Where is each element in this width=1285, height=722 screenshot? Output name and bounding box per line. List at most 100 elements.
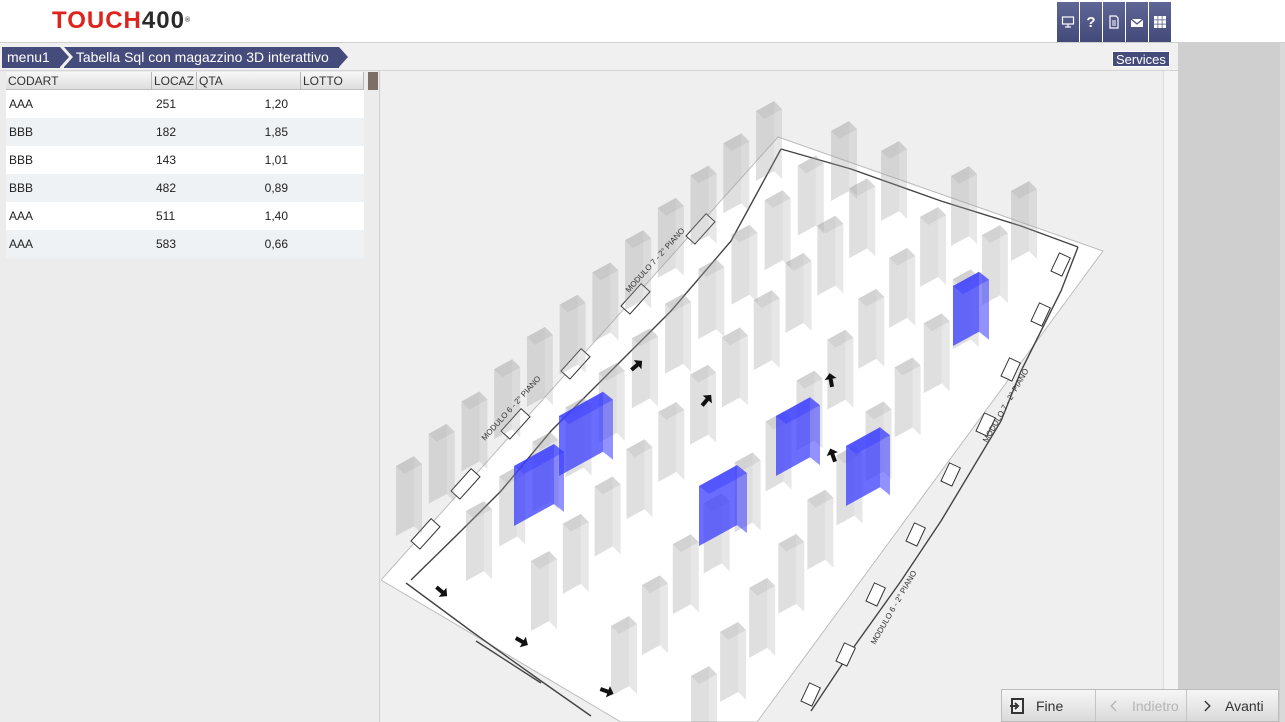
- grid-header: CODART LOCAZ QTA LOTTO: [6, 72, 364, 90]
- rack-column: [756, 101, 782, 181]
- rack-column: [817, 215, 844, 296]
- rack-column: [858, 288, 885, 369]
- floor-plan-door: [905, 522, 926, 547]
- cell-qta: 0,89: [264, 181, 288, 195]
- cell-lotto: [301, 118, 364, 146]
- rack-column: [881, 141, 907, 221]
- rack-column: [592, 262, 619, 343]
- window-right-edge: [1280, 43, 1285, 722]
- rack-column: [428, 423, 455, 504]
- module-label-4: MODULO 6 - 2° PIANO: [869, 569, 919, 646]
- cell-codart: AAA: [9, 209, 34, 223]
- next-button[interactable]: Avanti: [1187, 690, 1278, 721]
- cell-lotto: [301, 230, 364, 258]
- cell-locaz: 251: [156, 97, 177, 111]
- cell-qta: 1,01: [264, 153, 288, 167]
- document-icon[interactable]: [1103, 2, 1125, 42]
- floor-plan-door: [835, 642, 856, 667]
- rack-column: [797, 155, 824, 236]
- monitor-icon[interactable]: [1057, 2, 1079, 42]
- rack-column: [749, 577, 776, 658]
- rack-column: [672, 534, 699, 615]
- rack-column: [526, 327, 553, 407]
- table-row[interactable]: AAA 251 1,20: [6, 90, 364, 118]
- fine-label: Fine: [1036, 697, 1064, 714]
- cell-lotto: [301, 174, 364, 202]
- table-row[interactable]: BBB 182 1,85: [6, 118, 364, 146]
- breadcrumb-item-current[interactable]: Tabella Sql con magazzino 3D interattivo: [63, 47, 348, 68]
- help-icon[interactable]: ?: [1080, 2, 1102, 42]
- cell-lotto: [301, 146, 364, 174]
- cell-lotto: [301, 90, 364, 118]
- rack-column: [723, 133, 750, 214]
- warehouse-3d-viewport[interactable]: MODULO 6 - 2° PIANO MODULO 7 - 2° PIANO …: [381, 71, 1163, 722]
- column-header-lotto[interactable]: LOTTO: [301, 72, 364, 89]
- top-toolbar: ?: [1057, 2, 1172, 42]
- rack-column: [731, 224, 758, 305]
- right-gray-panel: [1178, 43, 1280, 722]
- rack-column: [778, 533, 805, 614]
- back-label: Indietro: [1132, 697, 1179, 714]
- column-header-qta[interactable]: QTA: [197, 72, 301, 89]
- column-header-codart[interactable]: CODART: [6, 72, 152, 89]
- breadcrumb-item-menu1[interactable]: menu1: [2, 47, 69, 68]
- table-row[interactable]: BBB 482 0,89: [6, 174, 364, 202]
- column-header-locaz[interactable]: LOCAZ: [152, 72, 197, 89]
- rack-column: [923, 313, 950, 394]
- chevron-right-icon: [1197, 696, 1217, 716]
- exit-icon: [1008, 696, 1028, 716]
- rack-column: [396, 456, 422, 536]
- back-button[interactable]: Indietro: [1096, 690, 1187, 721]
- data-grid: CODART LOCAZ QTA LOTTO AAA 251 1,20 BBB …: [6, 72, 364, 258]
- rack-column: [807, 489, 834, 570]
- touch400-logo: TOUCH400®: [52, 7, 191, 34]
- cell-codart: AAA: [9, 237, 34, 251]
- fine-button[interactable]: Fine: [1002, 690, 1096, 721]
- cell-codart: BBB: [9, 181, 34, 195]
- rack-column: [691, 666, 717, 722]
- rack-column: [665, 293, 692, 374]
- header-bar: TOUCH400® ?: [0, 0, 1285, 43]
- breadcrumb-bar: menu1 Tabella Sql con magazzino 3D inter…: [0, 43, 1178, 71]
- cell-codart: AAA: [9, 97, 34, 111]
- table-row[interactable]: AAA 583 0,66: [6, 230, 364, 258]
- rack-column: [827, 329, 854, 410]
- rack-column: [849, 178, 876, 259]
- next-label: Avanti: [1225, 697, 1264, 714]
- cell-qta: 0,66: [264, 237, 288, 251]
- rack-column: [785, 252, 812, 333]
- logo-text-dark: 400: [141, 7, 185, 34]
- bottom-navigation: Fine Indietro Avanti: [1001, 689, 1279, 722]
- mail-icon[interactable]: [1126, 2, 1148, 42]
- grid-icon[interactable]: [1149, 2, 1171, 42]
- logo-text-red: TOUCH: [52, 7, 142, 34]
- rack-column: [641, 575, 668, 656]
- rack-column: [690, 165, 717, 246]
- table-row[interactable]: AAA 511 1,40: [6, 202, 364, 230]
- rack-column: [559, 294, 586, 375]
- cell-locaz: 182: [156, 125, 177, 139]
- cell-qta: 1,20: [264, 97, 288, 111]
- cell-locaz: 143: [156, 153, 177, 167]
- floor-plan-door: [865, 582, 886, 607]
- cell-codart: BBB: [9, 153, 34, 167]
- rack-column: [920, 207, 947, 287]
- rack-column: [721, 327, 748, 408]
- table-panel: CODART LOCAZ QTA LOTTO AAA 251 1,20 BBB …: [0, 71, 380, 722]
- rack-column: [658, 402, 685, 482]
- rack-column: [531, 551, 557, 631]
- rack-column: [753, 290, 780, 371]
- rack-column: [1011, 181, 1037, 261]
- cell-qta: 1,85: [264, 125, 288, 139]
- warehouse-3d-scene[interactable]: MODULO 6 - 2° PIANO MODULO 7 - 2° PIANO …: [381, 71, 1163, 722]
- rack-column: [889, 247, 916, 328]
- rack-column: [698, 259, 725, 340]
- breadcrumb: menu1 Tabella Sql con magazzino 3D inter…: [2, 47, 348, 68]
- help-glyph: ?: [1086, 13, 1096, 31]
- services-button[interactable]: Services: [1112, 51, 1170, 67]
- grid-scroll-handle[interactable]: [368, 72, 378, 90]
- table-row[interactable]: BBB 143 1,01: [6, 146, 364, 174]
- cell-lotto: [301, 202, 364, 230]
- rack-column: [764, 190, 791, 271]
- cell-qta: 1,40: [264, 209, 288, 223]
